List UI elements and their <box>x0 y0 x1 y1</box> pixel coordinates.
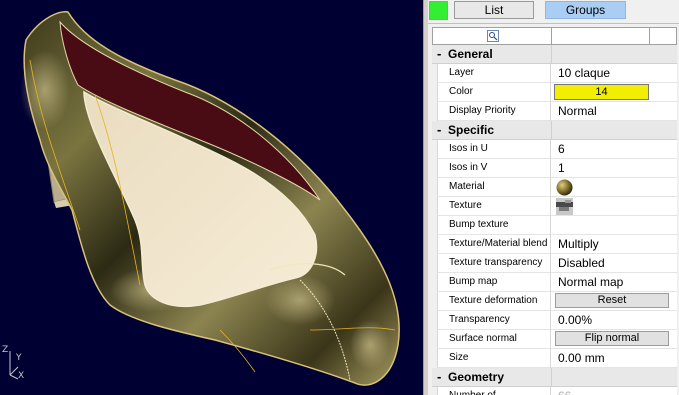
grid-header <box>432 27 677 45</box>
panel-toolbar: List Groups <box>428 0 679 24</box>
blend-value[interactable]: Multiply <box>552 235 677 254</box>
search-icon[interactable] <box>487 30 499 42</box>
property-row-isos-u[interactable]: Isos in U 6 <box>432 140 677 159</box>
axis-z-label: Z <box>2 345 9 355</box>
property-label: Surface normal <box>437 330 551 349</box>
property-label: Display Priority <box>437 102 551 121</box>
section-geometry[interactable]: - Geometry <box>432 368 677 387</box>
property-label: Texture/Material blend <box>437 235 551 254</box>
size-value[interactable]: 0.00 mm <box>552 349 677 368</box>
property-label: Material <box>437 178 551 197</box>
property-row-transparency[interactable]: Transparency 0.00% <box>432 311 677 330</box>
tab-list[interactable]: List <box>454 1 534 19</box>
3d-viewport[interactable]: Z Y X <box>0 0 423 395</box>
reset-button[interactable]: Reset <box>555 293 669 308</box>
property-row-texture-transparency[interactable]: Texture transparency Disabled <box>432 254 677 273</box>
section-title: Geometry <box>448 370 505 384</box>
axis-x-label: X <box>18 371 25 381</box>
bump-map-value[interactable]: Normal map <box>552 273 677 292</box>
property-row-texture[interactable]: Texture <box>432 197 677 216</box>
property-row-isos-v[interactable]: Isos in V 1 <box>432 159 677 178</box>
property-row-bump-map[interactable]: Bump map Normal map <box>432 273 677 292</box>
property-label: Texture deformation <box>437 292 551 311</box>
properties-panel: List Groups - General Layer 10 claque Co… <box>428 0 679 395</box>
color-value-field[interactable]: 14 <box>554 84 649 100</box>
section-title: General <box>448 47 493 61</box>
section-general[interactable]: - General <box>432 45 677 64</box>
tab-groups[interactable]: Groups <box>545 1 626 19</box>
property-label: Isos in V <box>437 159 551 178</box>
active-color-indicator[interactable] <box>429 1 448 20</box>
flip-normal-button[interactable]: Flip normal <box>555 331 669 346</box>
transparency-value[interactable]: 0.00% <box>552 311 677 330</box>
texture-thumbnail-icon[interactable] <box>556 198 573 215</box>
property-row-material[interactable]: Material <box>432 178 677 197</box>
property-label: Bump map <box>437 273 551 292</box>
grid-header-name <box>433 28 552 44</box>
property-label: Size <box>437 349 551 368</box>
property-label: Number of ... <box>437 387 551 395</box>
property-row-layer[interactable]: Layer 10 claque <box>432 64 677 83</box>
property-row-texture-deformation[interactable]: Texture deformation Reset <box>432 292 677 311</box>
property-row-size[interactable]: Size 0.00 mm <box>432 349 677 368</box>
geometry-partial-value: 66 <box>552 387 677 395</box>
axis-y-label: Y <box>16 353 22 363</box>
isos-v-value[interactable]: 1 <box>552 159 677 178</box>
section-title: Specific <box>448 123 495 137</box>
grid-header-value <box>552 28 650 44</box>
property-row-display-priority[interactable]: Display Priority Normal <box>432 102 677 121</box>
property-label: Texture transparency <box>437 254 551 273</box>
axis-gizmo: Z Y X <box>2 345 42 385</box>
property-label: Color <box>437 83 551 102</box>
collapse-icon[interactable]: - <box>437 46 441 61</box>
property-row-geometry-partial[interactable]: Number of ... 66 <box>432 387 677 395</box>
property-row-color[interactable]: Color 14 <box>432 83 677 102</box>
material-sphere-icon[interactable] <box>556 179 573 196</box>
section-specific[interactable]: - Specific <box>432 121 677 140</box>
property-row-bump-texture[interactable]: Bump texture <box>432 216 677 235</box>
property-label: Bump texture <box>437 216 551 235</box>
property-label: Layer <box>437 64 551 83</box>
property-grid: - General Layer 10 claque Color 14 Displ… <box>432 27 677 395</box>
texture-transparency-value[interactable]: Disabled <box>552 254 677 273</box>
bump-texture-value[interactable] <box>552 216 677 235</box>
layer-value[interactable]: 10 claque <box>552 64 677 83</box>
property-row-surface-normal[interactable]: Surface normal Flip normal <box>432 330 677 349</box>
display-priority-value[interactable]: Normal <box>552 102 677 121</box>
shoe-model[interactable] <box>0 0 423 395</box>
collapse-icon[interactable]: - <box>437 122 441 137</box>
property-label: Isos in U <box>437 140 551 159</box>
collapse-icon[interactable]: - <box>437 369 441 384</box>
isos-u-value[interactable]: 6 <box>552 140 677 159</box>
property-label: Texture <box>437 197 551 216</box>
property-label: Transparency <box>437 311 551 330</box>
property-row-blend[interactable]: Texture/Material blend Multiply <box>432 235 677 254</box>
